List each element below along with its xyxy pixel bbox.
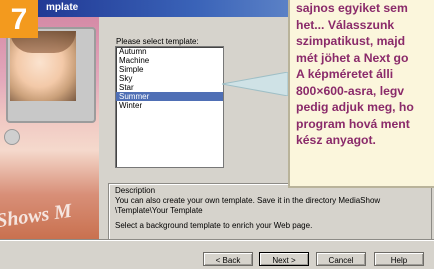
template-preview-image: Shows M [0,17,99,239]
preview-watermark: Shows M [0,199,74,233]
callout-line: het... Válasszunk [296,17,395,32]
back-button[interactable]: < Back [203,252,253,266]
template-item-summer[interactable]: Summer [116,92,223,101]
callout-line: sajnos egyiket sem [296,1,408,15]
cancel-button[interactable]: Cancel [316,252,366,266]
template-item-sky[interactable]: Sky [116,74,223,83]
template-item-simple[interactable]: Simple [116,65,223,74]
callout-line: 800×600-asra, legv [296,83,405,98]
description-title: Description [115,186,156,195]
preview-decor-dot [4,129,20,145]
template-item-star[interactable]: Star [116,83,223,92]
template-item-winter[interactable]: Winter [116,101,223,110]
template-listbox[interactable]: Autumn Machine Simple Sky Star Summer Wi… [115,46,224,168]
callout-line: kész anyagot. [296,133,376,147]
description-text: You can also create your own template. S… [115,196,415,216]
callout-line: pedig adjuk meg, ho [296,100,414,114]
description-line-2: \Template\Your Template [115,206,203,215]
step-number-badge: 7 [0,0,38,38]
template-item-autumn[interactable]: Autumn [116,47,223,56]
callout-line: A képméretet álli [296,67,394,81]
callout-line: mét jöhet a Next go [296,50,409,65]
magazine-text-callout: sajnos egyiket sem het... Válasszunk szi… [288,0,434,188]
window-title: mplate [46,2,79,13]
callout-line: program hová ment [296,116,410,131]
next-button[interactable]: Next > [259,252,309,266]
template-list-label: Please select template: [116,37,199,46]
description-hint: Select a background template to enrich y… [115,221,313,230]
description-line-1: You can also create your own template. S… [115,196,381,205]
template-item-machine[interactable]: Machine [116,56,223,65]
button-separator [0,239,434,241]
callout-line: szimpatikust, majd [296,34,406,48]
help-button[interactable]: Help [374,252,424,266]
